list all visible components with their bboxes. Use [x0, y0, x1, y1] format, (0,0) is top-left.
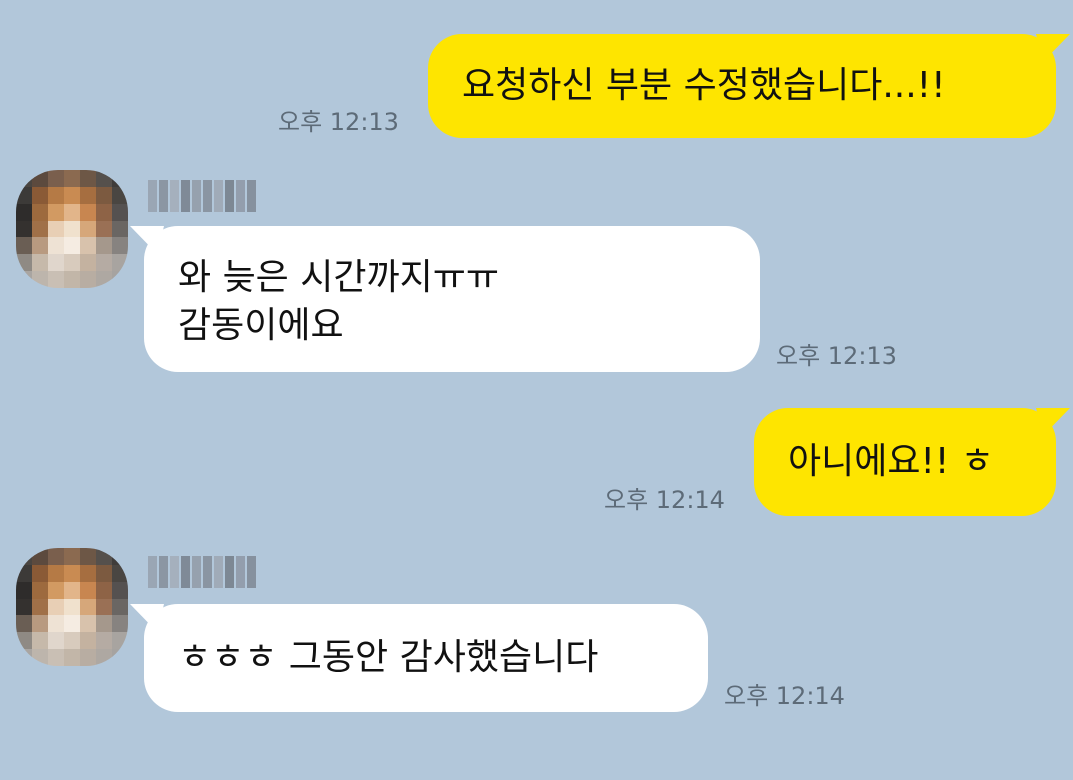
message-timestamp: 오후 12:14 [724, 682, 845, 710]
message-text: 아니에요!! ㅎ [788, 438, 1026, 486]
message-text: 요청하신 부분 수정했습니다...!! [462, 62, 1026, 110]
message-line: 와 늦은 시간까지ㅠㅠ [178, 257, 499, 298]
message-line: 요청하신 부분 수정했습니다...!! [462, 65, 946, 106]
message-line: 감동이에요 [178, 305, 344, 346]
bubble-tail [1036, 408, 1070, 436]
message-line: ㅎㅎㅎ 그동안 감사했습니다 [178, 637, 599, 678]
message-text: ㅎㅎㅎ 그동안 감사했습니다 [178, 634, 678, 682]
message-timestamp: 오후 12:14 [604, 486, 725, 514]
message-bubble-incoming[interactable]: ㅎㅎㅎ 그동안 감사했습니다 [130, 604, 708, 712]
bubble-tail [1036, 34, 1070, 62]
message-bubble-incoming[interactable]: 와 늦은 시간까지ㅠㅠ 감동이에요 [130, 226, 760, 372]
message-timestamp: 오후 12:13 [776, 342, 897, 370]
sender-name-blurred [148, 180, 256, 212]
message-text: 와 늦은 시간까지ㅠㅠ 감동이에요 [178, 254, 730, 350]
message-bubble-outgoing[interactable]: 요청하신 부분 수정했습니다...!! [428, 34, 1070, 138]
message-line: 아니에요!! ㅎ [788, 441, 994, 482]
bubble-tail [130, 604, 164, 632]
message-timestamp: 오후 12:13 [278, 108, 399, 136]
sender-name-blurred [148, 556, 256, 588]
bubble-tail [130, 226, 164, 254]
sender-avatar[interactable] [16, 170, 128, 288]
message-bubble-outgoing[interactable]: 아니에요!! ㅎ [754, 408, 1070, 516]
sender-avatar[interactable] [16, 548, 128, 666]
